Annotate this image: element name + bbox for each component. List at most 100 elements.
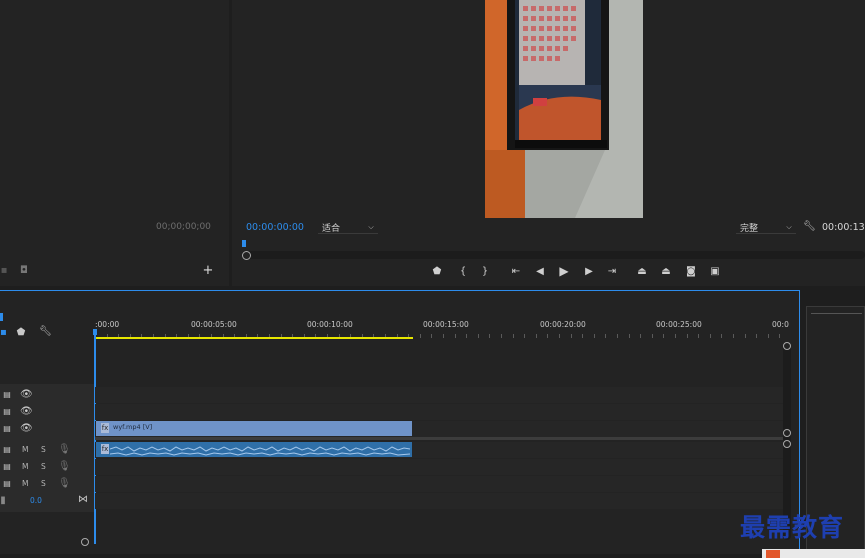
extract-icon[interactable]: ⏏: [659, 266, 673, 278]
ruler-tick: [779, 334, 780, 338]
film-icon[interactable]: ▤: [2, 424, 12, 434]
linked-selection-icon[interactable]: ▪: [0, 328, 7, 338]
master-track-icon: ▮: [0, 495, 6, 506]
go-to-in-icon[interactable]: ⇤: [509, 266, 523, 278]
chevron-down-icon: ⌵: [368, 223, 374, 231]
monitor-time-ruler[interactable]: [242, 240, 865, 250]
ruler-tick: [420, 334, 421, 338]
ruler-tick: [698, 334, 699, 338]
ruler-tick: [617, 334, 618, 338]
mute-button[interactable]: M: [22, 479, 28, 488]
export-frame-icon[interactable]: ◙: [684, 266, 698, 278]
eye-icon[interactable]: 👁︎: [20, 407, 33, 417]
compare-icon[interactable]: ▣: [708, 266, 722, 278]
play-icon[interactable]: ▶: [557, 265, 571, 277]
zoom-select-value: 适合: [322, 224, 341, 234]
film-icon[interactable]: ▤: [2, 445, 12, 455]
track-header-a3: ▤ M S 🎙︎: [0, 475, 95, 492]
step-back-icon[interactable]: ◀: [533, 266, 547, 278]
track-divider[interactable]: [95, 437, 785, 440]
zoom-select[interactable]: 适合 ⌵: [318, 220, 378, 234]
wrench-icon[interactable]: 🔧︎: [39, 327, 52, 337]
ruler-tick: [559, 334, 560, 338]
step-forward-icon[interactable]: ▶: [582, 266, 596, 278]
track-lane-v3[interactable]: [95, 387, 783, 403]
mute-button[interactable]: M: [22, 462, 28, 471]
scroll-handle-mid-a[interactable]: [783, 429, 791, 437]
chevron-down-icon: ⌵: [786, 223, 792, 231]
add-marker-icon[interactable]: ⬟: [16, 328, 26, 338]
quality-select[interactable]: 完整 ⌵: [736, 220, 796, 234]
ruler-tick: [466, 334, 467, 338]
go-to-out-icon[interactable]: ⇥: [605, 266, 619, 278]
source-timecode: 00;00;00;00: [156, 222, 211, 232]
ruler-tick: [710, 334, 711, 338]
watermark-logo: 最需教育: [740, 513, 845, 542]
playhead-marker[interactable]: [242, 240, 246, 247]
mute-button[interactable]: M: [22, 445, 28, 454]
program-duration: 00:00:13:: [822, 222, 865, 233]
marker-icon[interactable]: ⬟: [430, 266, 444, 278]
add-icon[interactable]: +: [202, 264, 214, 277]
ruler-tick: [756, 334, 757, 338]
work-area-bar[interactable]: [95, 337, 413, 339]
film-icon[interactable]: ▤: [2, 462, 12, 472]
solo-button[interactable]: S: [41, 462, 46, 471]
ruler-label: 00:00:15:00: [423, 320, 469, 329]
playhead-handle[interactable]: [93, 329, 97, 335]
track-lane-a2[interactable]: [95, 459, 783, 475]
master-volume-value[interactable]: 0.0: [30, 496, 42, 505]
scrollbar-handle[interactable]: [242, 251, 251, 260]
trim-ends-icon[interactable]: ⋈: [78, 495, 88, 505]
ruler-tick: [536, 334, 537, 338]
microphone-icon[interactable]: 🎙︎: [58, 445, 71, 455]
solo-button[interactable]: S: [41, 479, 46, 488]
export-frame-icon[interactable]: ◘: [18, 266, 30, 276]
ruler-tick: [605, 334, 606, 338]
camera-icon[interactable]: ▪: [0, 266, 8, 276]
lift-icon[interactable]: ⏏: [635, 266, 649, 278]
ruler-tick: [571, 334, 572, 338]
microphone-icon[interactable]: 🎙︎: [58, 479, 71, 489]
audio-clip[interactable]: fx: [96, 442, 412, 457]
ruler-tick: [721, 334, 722, 338]
wrench-icon[interactable]: 🔧︎: [803, 222, 816, 232]
mark-out-icon[interactable]: }: [478, 266, 492, 278]
solo-button[interactable]: S: [41, 445, 46, 454]
taskbar-app-icon[interactable]: [766, 550, 780, 558]
track-lane-master[interactable]: [95, 493, 783, 509]
program-timecode[interactable]: 00:00:00:00: [246, 222, 304, 233]
horizontal-scroll-handle[interactable]: [81, 538, 89, 546]
ruler-tick: [745, 334, 746, 338]
ruler-tick: [547, 334, 548, 338]
film-icon[interactable]: ▤: [2, 407, 12, 417]
timeline-timecode-fragment: [0, 313, 3, 321]
scroll-handle-top[interactable]: [783, 342, 791, 350]
ruler-tick: [501, 334, 502, 338]
monitor-zoom-scrollbar[interactable]: [242, 251, 865, 260]
track-lane-a3[interactable]: [95, 476, 783, 492]
film-icon[interactable]: ▤: [2, 390, 12, 400]
meter-header: [811, 313, 862, 314]
ruler-tick: [594, 334, 595, 338]
ruler-tick: [629, 334, 630, 338]
audio-waveform: [110, 446, 410, 456]
eye-icon[interactable]: 👁︎: [20, 390, 33, 400]
clip-label: wyf.mp4 [V]: [113, 423, 153, 431]
scroll-handle-mid-b[interactable]: [783, 440, 791, 448]
film-icon[interactable]: ▤: [2, 479, 12, 489]
track-lane-v2[interactable]: [95, 404, 783, 420]
video-clip[interactable]: fx wyf.mp4 [V]: [96, 421, 412, 436]
track-header-v3: ▤ 👁︎: [0, 386, 95, 403]
ruler-label: 00:00:05:00: [191, 320, 237, 329]
track-header-v1: ▤ 👁︎: [0, 420, 95, 437]
mark-in-icon[interactable]: {: [456, 266, 470, 278]
ruler-label: :00:00: [95, 320, 120, 329]
eye-icon[interactable]: 👁︎: [20, 424, 33, 434]
track-header-a2: ▤ M S 🎙︎: [0, 458, 95, 475]
ruler-tick: [489, 334, 490, 338]
track-header-master: ▮ 0.0 ⋈: [0, 493, 95, 510]
microphone-icon[interactable]: 🎙︎: [58, 462, 71, 472]
ruler-tick: [687, 334, 688, 338]
ruler-label: 00:0: [772, 320, 789, 329]
